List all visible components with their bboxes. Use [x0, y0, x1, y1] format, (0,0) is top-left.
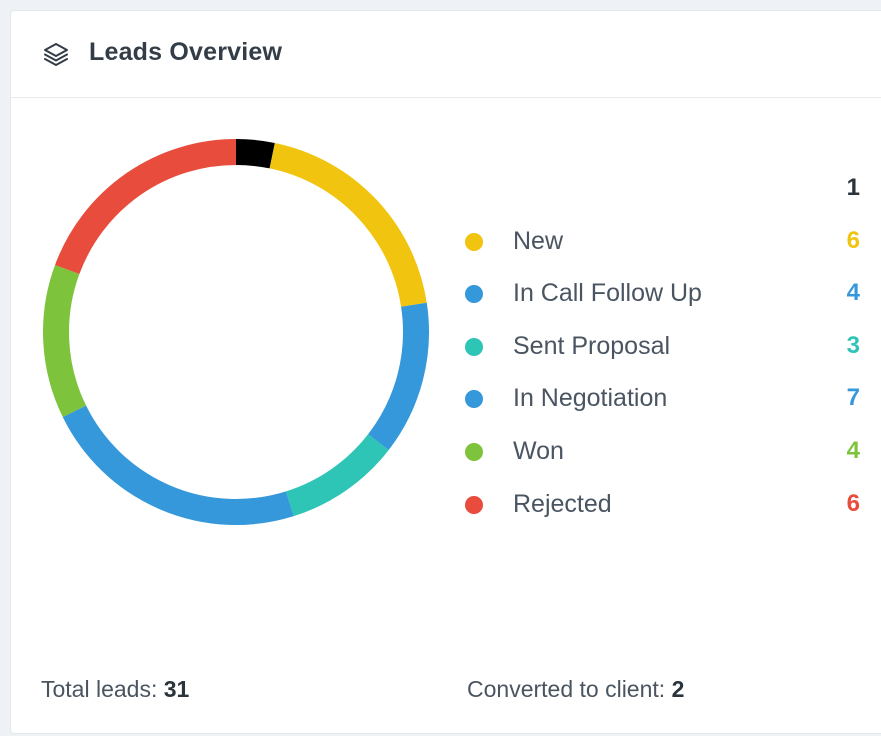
donut-slice-in-negotiation[interactable] [62, 405, 294, 525]
donut-slice-won[interactable] [43, 264, 87, 417]
total-leads: Total leads: 31 [41, 676, 189, 703]
legend-value: 3 [846, 331, 860, 359]
donut-slice-in-call-follow-up[interactable] [367, 302, 429, 451]
legend-item[interactable]: New 6 [465, 227, 860, 257]
legend-item[interactable]: In Negotiation 7 [465, 384, 860, 414]
legend-dot [465, 390, 483, 409]
legend-item[interactable]: In Call Follow Up 4 [465, 279, 860, 309]
legend-label: In Negotiation [513, 384, 668, 413]
converted-value: 2 [671, 676, 685, 702]
layers-icon [44, 43, 68, 66]
card-title: Leads Overview [89, 38, 283, 66]
legend-label: New [513, 226, 564, 255]
legend-dot [465, 443, 483, 461]
legend-item[interactable]: Sent Proposal 3 [465, 332, 860, 362]
legend-dot [465, 285, 483, 304]
leads-overview-card: Leads Overview 1 New 6 In Call Follow Up 4 Se… [10, 10, 881, 734]
total-leads-value: 31 [163, 676, 190, 702]
legend-label: Rejected [513, 489, 612, 518]
converted-to-client: Converted to client: 2 [467, 676, 684, 703]
card-header: Leads Overview [11, 11, 881, 98]
legend-value: 7 [846, 384, 860, 412]
donut-slice-sent-proposal[interactable] [285, 433, 389, 517]
donut-slice-new[interactable] [269, 142, 427, 307]
legend-item[interactable]: Rejected 6 [465, 490, 860, 520]
legend-value: 6 [846, 226, 860, 254]
legend-value: 6 [846, 489, 860, 517]
legend-dot [465, 232, 483, 251]
donut-slice-unlabeled[interactable] [235, 139, 275, 169]
total-leads-label: Total leads: [41, 676, 158, 702]
legend-label: In Call Follow Up [513, 279, 702, 308]
legend-item[interactable]: Won 4 [465, 437, 860, 467]
legend-value: 4 [846, 437, 860, 464]
legend-item[interactable]: 1 [465, 174, 860, 204]
legend-dot [465, 495, 483, 514]
legend-label: Sent Proposal [513, 331, 671, 360]
legend-value: 1 [846, 174, 860, 201]
legend-dot [465, 337, 483, 356]
legend-label: Won [513, 437, 564, 465]
converted-label: Converted to client: [467, 676, 666, 702]
legend-value: 4 [846, 279, 860, 307]
donut-chart [43, 139, 429, 525]
donut-slice-rejected[interactable] [55, 139, 237, 275]
